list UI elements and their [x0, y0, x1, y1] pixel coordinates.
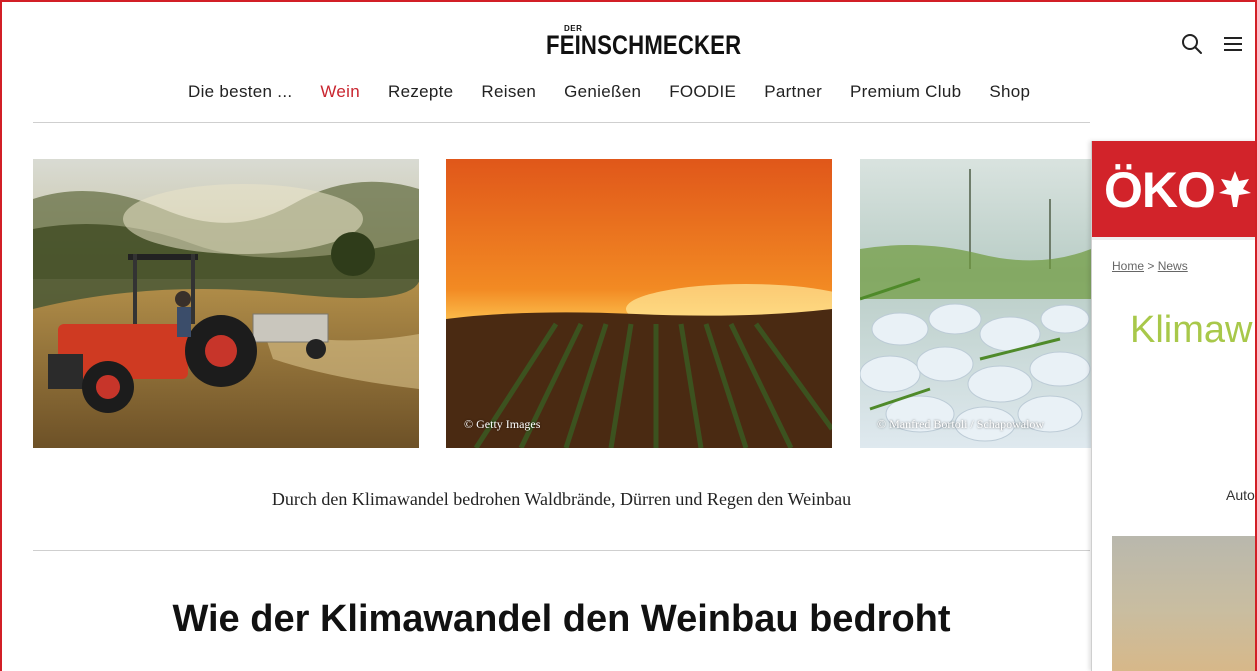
overlay-article-window[interactable]: ÖKO Home > News Klimaw Auto: [1091, 141, 1257, 671]
overlay-author-label: Auto: [1226, 487, 1255, 503]
overlay-article-image: [1112, 536, 1257, 671]
breadcrumb-news[interactable]: News: [1158, 259, 1188, 273]
search-icon[interactable]: [1181, 33, 1203, 55]
header-divider: [33, 122, 1090, 123]
hamburger-menu-icon[interactable]: [1222, 34, 1244, 54]
nav-item-partner[interactable]: Partner: [764, 82, 822, 102]
nav-item-geniessen[interactable]: Genießen: [564, 82, 641, 102]
breadcrumb-separator: >: [1147, 259, 1155, 273]
nav-item-wein[interactable]: Wein: [320, 82, 360, 102]
oko-logo[interactable]: ÖKO: [1104, 161, 1255, 219]
tractor-vineyard-image: [33, 159, 419, 448]
oko-header-rule: [1092, 237, 1257, 240]
maple-leaf-icon: [1218, 171, 1251, 207]
image-credit-getty: © Getty Images: [464, 417, 541, 431]
hail-field-image: © Manfred Bortoli / Schapowalow: [860, 159, 1091, 448]
breadcrumb-home[interactable]: Home: [1112, 259, 1144, 273]
article-headline: Wie der Klimawandel den Weinbau bedroht: [172, 598, 951, 640]
oko-header-bar: ÖKO: [1092, 141, 1257, 237]
feinschmecker-logo[interactable]: DER FEINSCHMECKER: [546, 22, 741, 66]
oko-logo-text: ÖKO: [1104, 162, 1216, 218]
nav-item-reisen[interactable]: Reisen: [481, 82, 536, 102]
content-divider: [33, 550, 1090, 551]
nav-item-rezepte[interactable]: Rezepte: [388, 82, 453, 102]
wildfire-vineyard-image: © Getty Images: [446, 159, 832, 448]
nav-item-shop[interactable]: Shop: [989, 82, 1030, 102]
breadcrumb: Home > News: [1112, 259, 1188, 273]
overlay-article-title: Klimaw: [1130, 309, 1253, 351]
nav-item-die-besten[interactable]: Die besten ...: [188, 82, 292, 102]
main-navigation: Die besten ... Wein Rezepte Reisen Genie…: [188, 82, 1030, 102]
nav-item-foodie[interactable]: FOODIE: [669, 82, 736, 102]
image-caption: Durch den Klimawandel bedrohen Waldbränd…: [271, 489, 852, 509]
nav-item-premium-club[interactable]: Premium Club: [850, 82, 961, 102]
image-credit-bortoli: © Manfred Bortoli / Schapowalow: [877, 417, 1045, 431]
logo-main-text: FEINSCHMECKER: [546, 30, 742, 60]
